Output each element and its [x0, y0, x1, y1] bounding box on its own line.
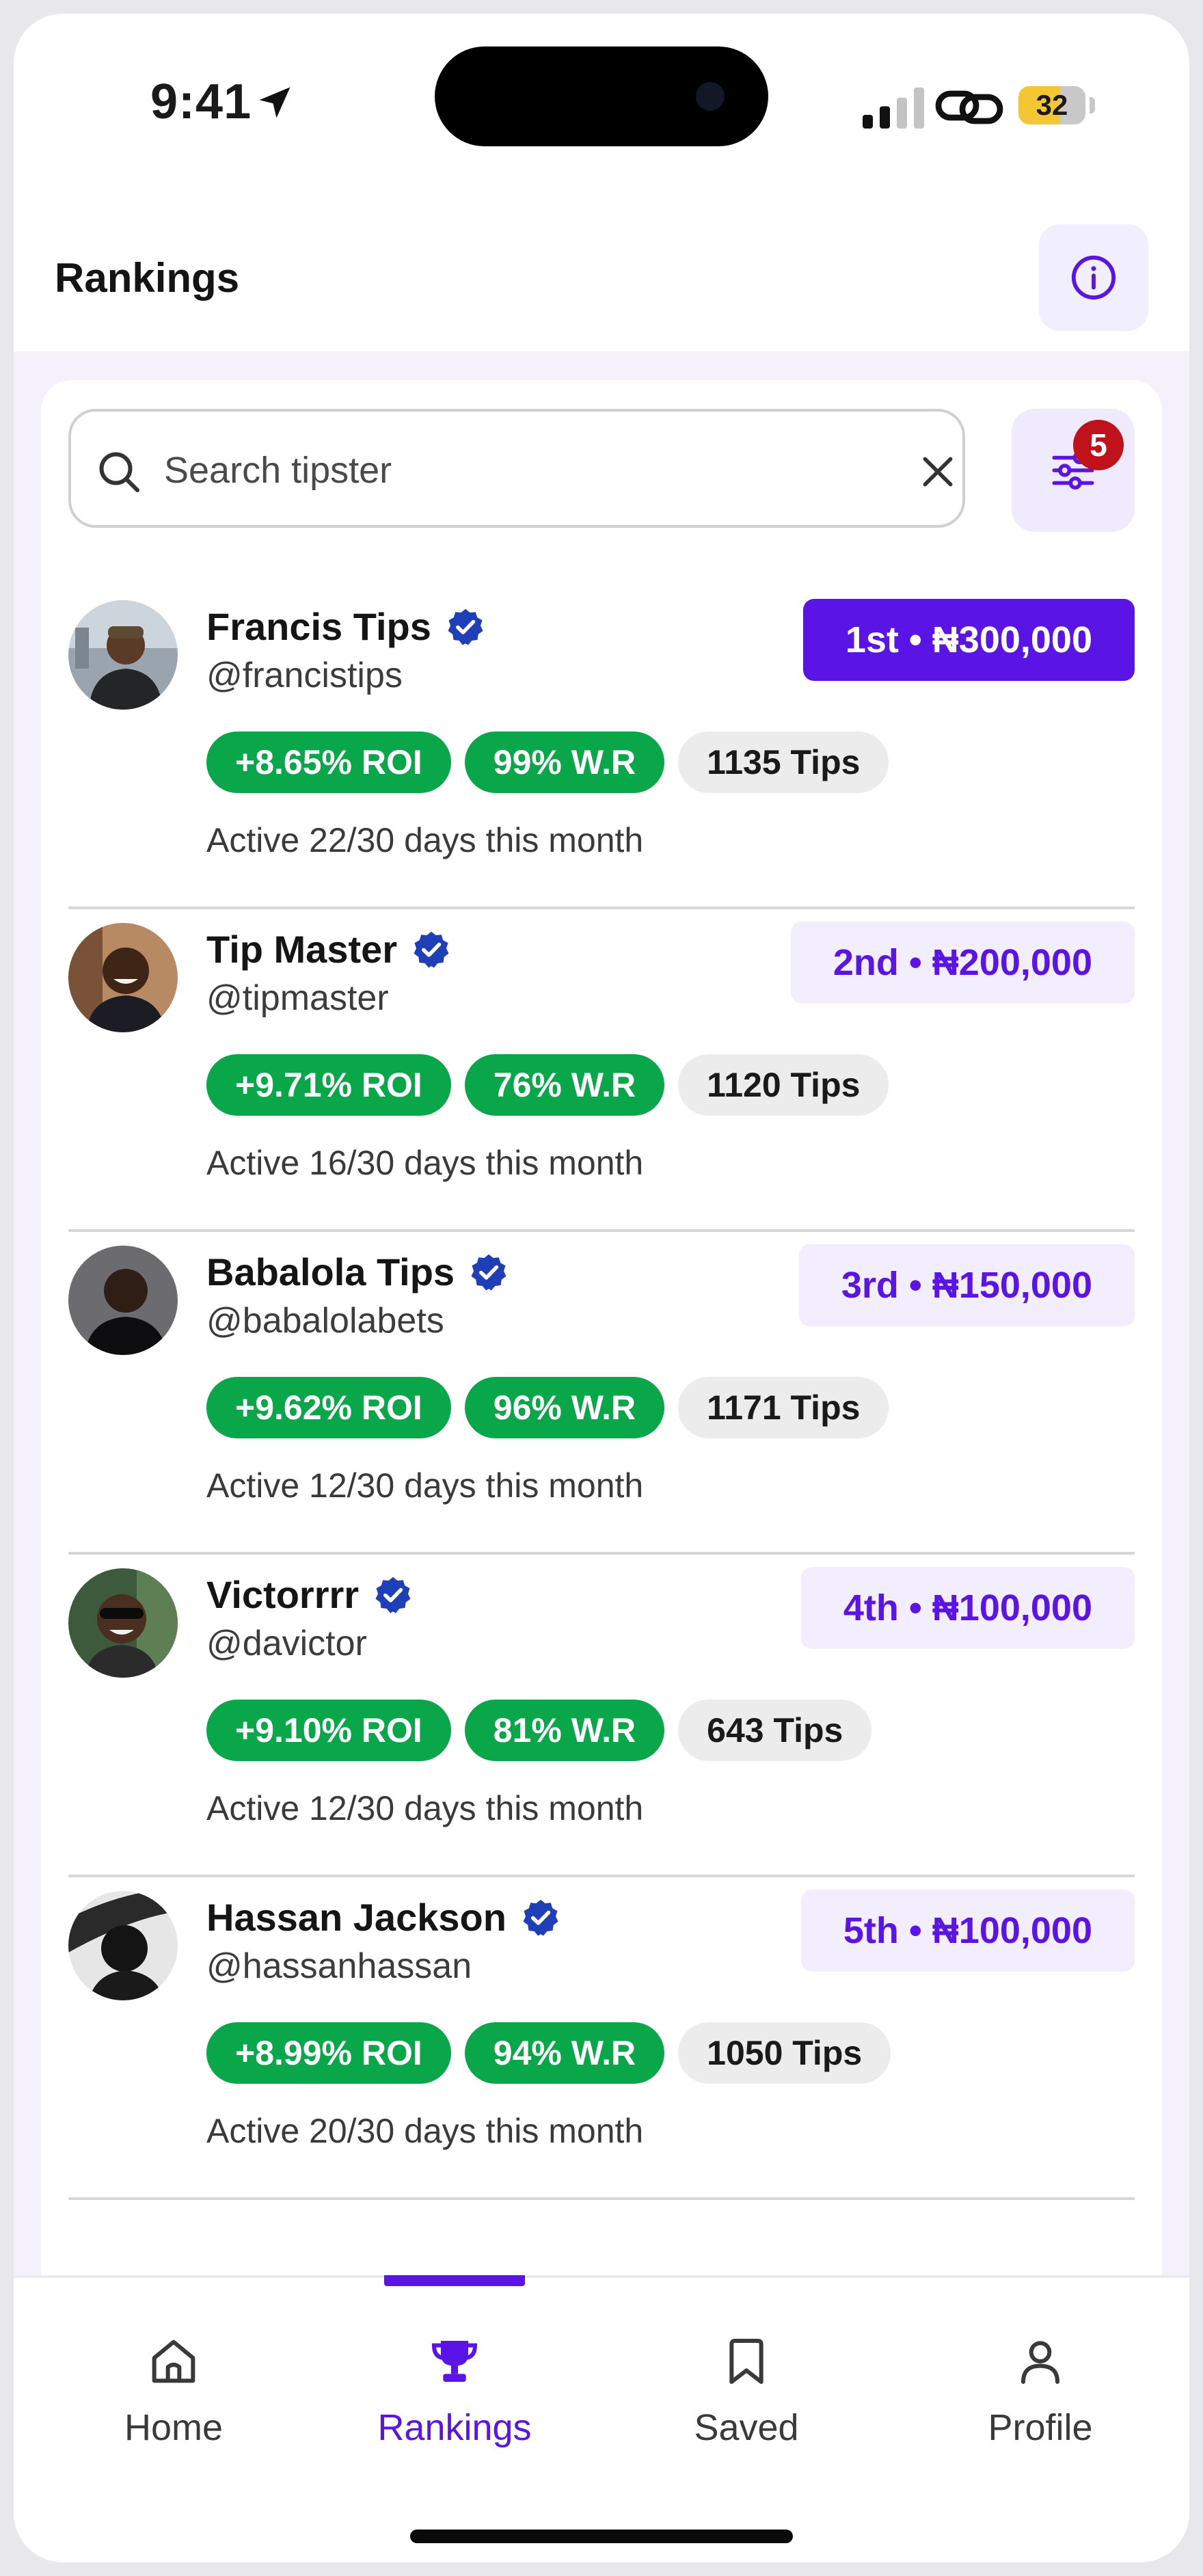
search-input[interactable] — [163, 439, 849, 502]
filter-count-badge: 5 — [1073, 420, 1124, 470]
tipster-row[interactable]: Francis Tips @francistips 1st • ₦300,000… — [68, 587, 1135, 909]
info-icon — [1071, 255, 1116, 300]
info-button[interactable] — [1039, 224, 1148, 331]
tipster-handle: @tipmaster — [206, 978, 389, 1018]
clear-search-icon[interactable] — [919, 453, 957, 491]
roi-chip: +8.65% ROI — [206, 732, 451, 793]
tipster-name: Hassan Jackson — [206, 1895, 561, 1940]
avatar[interactable] — [68, 1568, 178, 1678]
roi-chip: +9.71% ROI — [206, 1054, 451, 1116]
avatar[interactable] — [68, 1891, 178, 2000]
tipster-name: Babalola Tips — [206, 1250, 509, 1294]
nav-item-saved[interactable]: Saved — [644, 2278, 849, 2456]
home-icon — [152, 2339, 195, 2383]
nav-label: Home — [124, 2407, 224, 2448]
tips-count-chip: 1120 Tips — [678, 1054, 889, 1116]
stat-chips: +9.10% ROI 81% W.R 643 Tips — [206, 1700, 872, 1761]
tipster-handle: @hassanhassan — [206, 1946, 472, 1986]
stat-chips: +9.62% ROI 96% W.R 1171 Tips — [206, 1377, 889, 1438]
rank-prize-badge: 1st • ₦300,000 — [802, 599, 1135, 681]
nav-item-home[interactable]: Home — [71, 2278, 276, 2456]
nav-label: Rankings — [377, 2407, 532, 2448]
tipster-handle: @francistips — [206, 656, 403, 695]
avatar[interactable] — [68, 600, 178, 710]
trophy-icon — [431, 2341, 478, 2382]
avatar[interactable] — [68, 1246, 178, 1355]
phone-screen: 9:41 32 Rankings Search tipster 5 Franci… — [14, 14, 1189, 2562]
activity-text: Active 22/30 days this month — [206, 821, 644, 859]
battery-indicator: 32 — [1018, 86, 1085, 124]
dynamic-island — [435, 46, 768, 146]
nav-item-rankings[interactable]: Rankings — [352, 2278, 557, 2456]
verified-badge-icon — [523, 1899, 558, 1935]
win-rate-chip: 94% W.R — [464, 2022, 665, 2084]
signal-icon — [863, 88, 924, 129]
top-header: Rankings — [14, 191, 1189, 351]
tipster-name: Francis Tips — [206, 604, 486, 649]
nav-label: Profile — [988, 2407, 1093, 2448]
link-icon — [935, 90, 1003, 124]
battery-nub — [1090, 97, 1095, 113]
verified-badge-icon — [471, 1254, 506, 1290]
profile-icon — [1021, 2341, 1059, 2384]
win-rate-chip: 99% W.R — [464, 732, 665, 793]
location-arrow-icon — [259, 87, 290, 118]
rank-prize-badge: 2nd • ₦200,000 — [790, 922, 1135, 1004]
tips-count-chip: 1135 Tips — [678, 732, 889, 793]
nav-label: Saved — [694, 2407, 799, 2448]
verified-badge-icon — [375, 1577, 411, 1613]
stat-chips: +8.99% ROI 94% W.R 1050 Tips — [206, 2022, 891, 2084]
activity-text: Active 16/30 days this month — [206, 1144, 644, 1182]
activity-text: Active 20/30 days this month — [206, 2112, 644, 2150]
roi-chip: +9.62% ROI — [206, 1377, 451, 1438]
bookmark-icon — [729, 2339, 763, 2384]
search-icon — [99, 452, 139, 492]
tips-count-chip: 643 Tips — [678, 1700, 872, 1761]
tipster-name: Victorrrr — [206, 1572, 414, 1617]
page-title: Rankings — [55, 255, 240, 301]
tipster-name: Tip Master — [206, 927, 452, 971]
status-time: 9:41 — [150, 75, 252, 129]
rank-prize-badge: 5th • ₦100,000 — [800, 1890, 1135, 1972]
avatar[interactable] — [68, 923, 178, 1032]
status-bar: 9:41 32 — [14, 14, 1189, 191]
rank-prize-badge: 4th • ₦100,000 — [800, 1567, 1135, 1649]
win-rate-chip: 81% W.R — [464, 1700, 665, 1761]
search-field[interactable] — [68, 409, 965, 528]
tipster-handle: @babalolabets — [206, 1301, 444, 1341]
bottom-nav: Home Rankings Saved Profile — [14, 2275, 1189, 2562]
roi-chip: +9.10% ROI — [206, 1700, 451, 1761]
tipster-row[interactable]: Tip Master @tipmaster 2nd • ₦200,000 +9.… — [68, 909, 1135, 1232]
tipster-row[interactable]: Hassan Jackson @hassanhassan 5th • ₦100,… — [68, 1877, 1135, 2200]
row-divider — [68, 2197, 1135, 2200]
tips-count-chip: 1050 Tips — [678, 2022, 891, 2084]
tips-count-chip: 1171 Tips — [678, 1377, 889, 1438]
stat-chips: +9.71% ROI 76% W.R 1120 Tips — [206, 1054, 889, 1116]
tipster-row[interactable]: Babalola Tips @babalolabets 3rd • ₦150,0… — [68, 1232, 1135, 1555]
stat-chips: +8.65% ROI 99% W.R 1135 Tips — [206, 732, 889, 793]
win-rate-chip: 76% W.R — [464, 1054, 665, 1116]
rank-prize-badge: 3rd • ₦150,000 — [798, 1244, 1135, 1326]
activity-text: Active 12/30 days this month — [206, 1466, 644, 1505]
tipster-row[interactable]: Victorrrr @davictor 4th • ₦100,000 +9.10… — [68, 1555, 1135, 1877]
nav-item-profile[interactable]: Profile — [938, 2278, 1143, 2456]
win-rate-chip: 96% W.R — [464, 1377, 665, 1438]
home-indicator[interactable] — [410, 2530, 793, 2543]
verified-badge-icon — [448, 608, 483, 645]
roi-chip: +8.99% ROI — [206, 2022, 451, 2084]
tipster-handle: @davictor — [206, 1624, 367, 1663]
verified-badge-icon — [414, 931, 449, 967]
activity-text: Active 12/30 days this month — [206, 1789, 644, 1827]
